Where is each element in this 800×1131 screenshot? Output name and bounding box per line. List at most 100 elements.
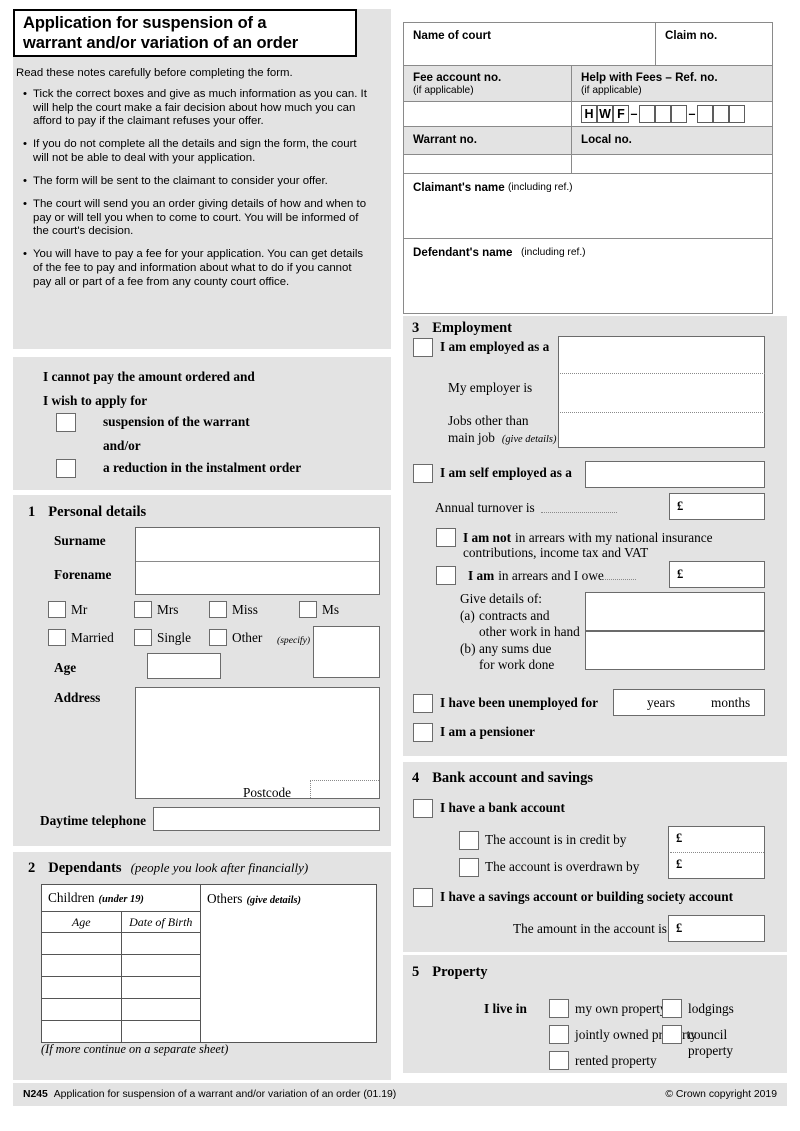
currency-symbol: £ [676, 857, 683, 871]
status-married-label: Married [71, 630, 114, 645]
checkbox-reduction-in-instalment-order[interactable] [56, 459, 76, 478]
fee-account-no-input[interactable] [404, 101, 571, 126]
cell-dob[interactable] [120, 1020, 201, 1043]
footer-left: N245 Application for suspension of a war… [23, 1089, 396, 1100]
others-label: Others [207, 891, 243, 906]
checkbox-not-in-arrears[interactable] [436, 528, 456, 547]
hwf-digit-input[interactable] [671, 105, 687, 124]
status-other-specify-input[interactable] [313, 626, 380, 678]
checkbox-title-ms[interactable] [299, 601, 317, 618]
checkbox-status-other[interactable] [209, 629, 227, 646]
checkbox-employed[interactable] [413, 338, 433, 357]
cell-dob[interactable] [120, 954, 201, 977]
col-dob-label: Date of Birth [129, 915, 193, 929]
employment-divider-1 [560, 373, 765, 374]
checkbox-account-overdrawn[interactable] [459, 858, 479, 877]
checkbox-has-savings-account[interactable] [413, 888, 433, 907]
detail-a-marker: (a) [460, 608, 475, 623]
detail-a-input[interactable] [585, 592, 765, 631]
detail-b-marker: (b) [460, 641, 476, 656]
checkbox-account-in-credit[interactable] [459, 831, 479, 850]
title-mrs-label: Mrs [157, 602, 179, 617]
hwf-reference-boxes: H W F – – [572, 101, 772, 126]
annual-turnover-leader [541, 512, 617, 513]
cell-dob[interactable] [120, 932, 201, 955]
arrears-amount-input[interactable]: £ [669, 561, 765, 588]
checkbox-in-arrears[interactable] [436, 566, 456, 585]
hwf-digit-input[interactable] [639, 105, 655, 124]
warrant-local-row: Warrant no. Local no. [403, 126, 773, 174]
hwf-digit-input[interactable] [655, 105, 671, 124]
hwf-digit-input[interactable] [697, 105, 713, 124]
checkbox-suspension-of-warrant[interactable] [56, 413, 76, 432]
surname-label: Surname [54, 533, 106, 548]
cell-age[interactable] [41, 932, 122, 955]
cell-dob[interactable] [120, 998, 201, 1021]
cell-age[interactable] [41, 976, 122, 999]
checkbox-own-property[interactable] [549, 999, 569, 1018]
fee-account-cell[interactable]: Fee account no. (if applicable) [404, 66, 572, 126]
self-employed-label: I am self employed as a [440, 465, 572, 480]
detail-b-input[interactable] [585, 631, 765, 670]
checkbox-title-miss[interactable] [209, 601, 227, 618]
children-label: Children [48, 890, 95, 905]
give-details-label: Give details of: [460, 591, 542, 606]
apply-option-suspension-label: suspension of the warrant [103, 414, 250, 429]
employment-divider-2 [560, 412, 765, 413]
defendants-name-cell[interactable]: Defendant's name (including ref.) [403, 238, 773, 314]
apply-line-2: I wish to apply for [43, 393, 148, 408]
own-property-label: my own property [575, 1001, 667, 1016]
other-jobs-label-line2: main job [448, 430, 495, 445]
checkbox-status-single[interactable] [134, 629, 152, 646]
warrant-no-cell[interactable]: Warrant no. [404, 127, 572, 173]
checkbox-rented-property[interactable] [549, 1051, 569, 1070]
checkbox-council-property[interactable] [662, 1025, 682, 1044]
hwf-prefix-h: H [581, 105, 597, 124]
unemployed-duration-box[interactable]: years months [613, 689, 765, 716]
dependants-footnote: (If more continue on a separate sheet) [41, 1042, 229, 1056]
cell-age[interactable] [41, 954, 122, 977]
checkbox-self-employed[interactable] [413, 464, 433, 483]
checkbox-jointly-owned-property[interactable] [549, 1025, 569, 1044]
postcode-input[interactable] [310, 780, 379, 798]
hwf-dash-2: – [688, 107, 696, 122]
checkbox-title-mrs[interactable] [134, 601, 152, 618]
detail-b-line2: for work done [479, 657, 555, 672]
employed-as-label: I am employed as a [440, 339, 550, 354]
checkbox-pensioner[interactable] [413, 723, 433, 742]
checkbox-lodgings[interactable] [662, 999, 682, 1018]
hwf-digit-input[interactable] [729, 105, 745, 124]
section-2-dependants: 2 Dependants (people you look after fina… [13, 852, 391, 1080]
checkbox-has-bank-account[interactable] [413, 799, 433, 818]
local-no-input[interactable] [572, 154, 772, 173]
age-input[interactable] [147, 653, 221, 679]
surname-input[interactable] [136, 528, 379, 560]
cell-age[interactable] [41, 998, 122, 1021]
warrant-no-input[interactable] [404, 154, 571, 173]
employment-details-box[interactable] [558, 336, 765, 448]
annual-turnover-input[interactable]: £ [669, 493, 765, 520]
forename-input[interactable] [136, 562, 379, 594]
in-arrears-rest: in arrears and I owe [498, 568, 604, 583]
checkbox-unemployed[interactable] [413, 694, 433, 713]
claimants-name-cell[interactable]: Claimant's name (including ref.) [403, 173, 773, 239]
savings-amount-input[interactable]: £ [668, 915, 765, 942]
others-cell[interactable]: Others (give details) [200, 884, 377, 1043]
cell-age[interactable] [41, 1020, 122, 1043]
hwf-digit-input[interactable] [713, 105, 729, 124]
local-no-cell[interactable]: Local no. [572, 127, 772, 173]
hwf-prefix-w: W [597, 105, 613, 124]
self-employed-as-input[interactable] [585, 461, 765, 488]
in-arrears-leader [599, 579, 636, 580]
page-footer: N245 Application for suspension of a war… [13, 1083, 787, 1106]
unemployed-years-label: years [647, 695, 676, 710]
col-age-header: Age [41, 911, 122, 933]
checkbox-title-mr[interactable] [48, 601, 66, 618]
rented-property-label: rented property [575, 1053, 657, 1068]
cell-dob[interactable] [120, 976, 201, 999]
annual-turnover-label: Annual turnover is [435, 500, 535, 515]
notes-intro: Read these notes carefully before comple… [16, 67, 293, 79]
pensioner-label: I am a pensioner [440, 724, 535, 739]
daytime-telephone-input[interactable] [153, 807, 380, 831]
checkbox-status-married[interactable] [48, 629, 66, 646]
